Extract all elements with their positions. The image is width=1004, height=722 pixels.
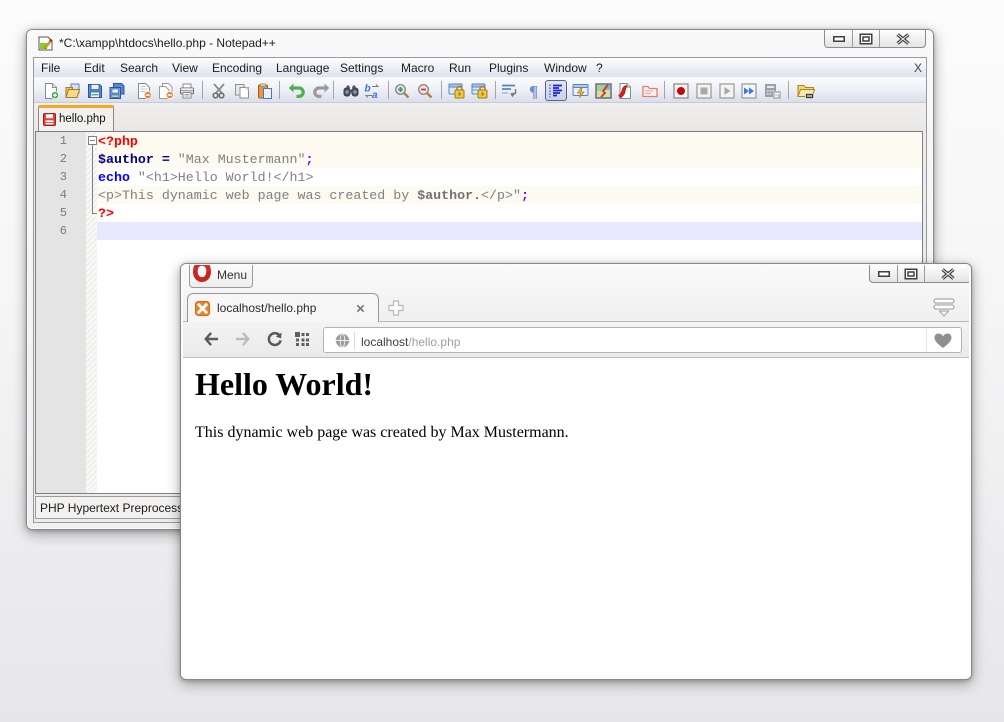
svg-text:b: b bbox=[365, 84, 371, 95]
svg-text:¶: ¶ bbox=[529, 83, 538, 99]
svg-text:a: a bbox=[372, 90, 378, 99]
